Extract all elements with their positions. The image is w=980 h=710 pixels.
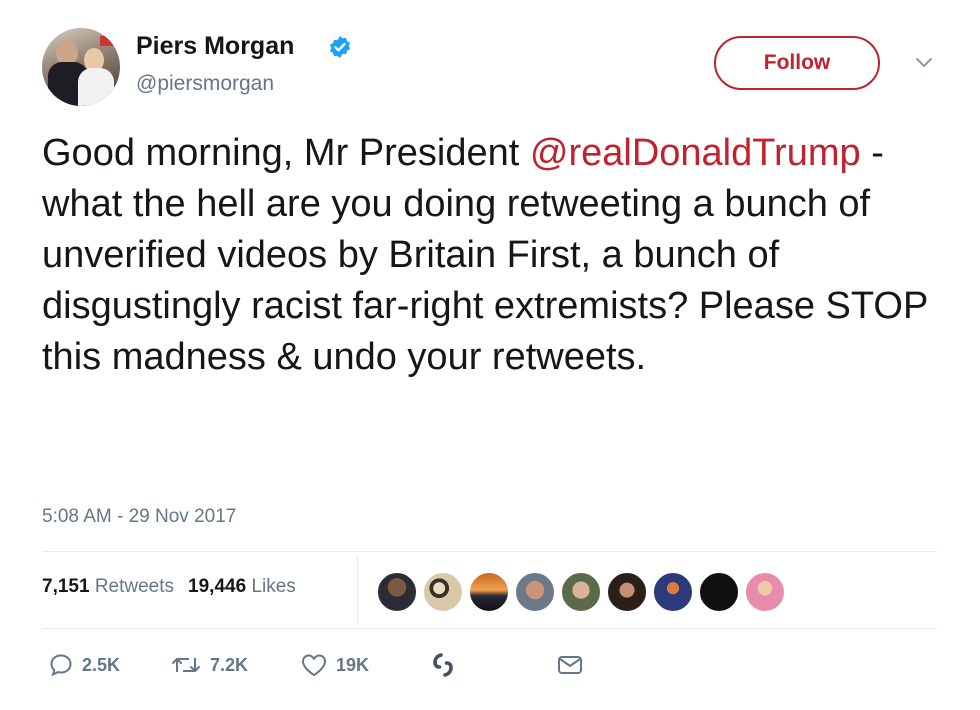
- engagement-stats: 7,151 Retweets 19,446 Likes: [42, 576, 296, 598]
- liker-avatar[interactable]: [376, 571, 418, 613]
- retweet-icon: [172, 658, 200, 672]
- reply-icon: [50, 654, 72, 677]
- divider-top: [42, 551, 937, 552]
- like-count: 19K: [336, 654, 370, 675]
- like-button[interactable]: 19K: [300, 648, 369, 682]
- retweet-count: 7.2K: [210, 654, 249, 675]
- stats-separator: [357, 556, 358, 626]
- retweets-count: 7,151: [42, 576, 90, 597]
- moments-button[interactable]: [428, 648, 458, 682]
- tweet-actions: 2.5K 7.2K 19K: [42, 648, 642, 682]
- author-avatar[interactable]: [42, 28, 120, 106]
- author-handle[interactable]: @piersmorgan: [136, 72, 274, 96]
- author-display-name[interactable]: Piers Morgan: [136, 32, 294, 61]
- moments-icon: [433, 653, 453, 677]
- liker-avatar[interactable]: [422, 571, 464, 613]
- divider-bottom: [42, 628, 937, 629]
- like-icon: [302, 654, 326, 676]
- follow-button[interactable]: Follow: [714, 36, 880, 90]
- retweets-label: Retweets: [94, 576, 175, 597]
- liker-avatar[interactable]: [560, 571, 602, 613]
- tweet-timestamp[interactable]: 5:08 AM - 29 Nov 2017: [42, 506, 236, 528]
- tweet-text: Good morning, Mr President @realDonaldTr…: [42, 128, 942, 383]
- likes-label: Likes: [251, 576, 296, 597]
- direct-message-button[interactable]: [556, 648, 584, 682]
- liker-avatar[interactable]: [698, 571, 740, 613]
- liker-avatar[interactable]: [606, 571, 648, 613]
- liker-avatar[interactable]: [744, 571, 786, 613]
- verified-badge-icon: [330, 36, 350, 58]
- reply-count: 2.5K: [82, 654, 121, 675]
- tweet-text-part1: Good morning, Mr President: [42, 132, 530, 174]
- likes-stat[interactable]: 19,446 Likes: [188, 576, 296, 597]
- likes-count: 19,446: [188, 576, 247, 597]
- liker-avatar[interactable]: [468, 571, 510, 613]
- mention-link[interactable]: @realDonaldTrump: [530, 132, 861, 174]
- chevron-down-icon[interactable]: [914, 56, 934, 70]
- direct-message-icon: [558, 656, 582, 674]
- liker-avatar[interactable]: [514, 571, 556, 613]
- retweet-stat[interactable]: 7,151 Retweets: [42, 576, 174, 597]
- retweet-button[interactable]: 7.2K: [170, 648, 248, 682]
- liker-avatar[interactable]: [652, 571, 694, 613]
- reply-button[interactable]: 2.5K: [48, 648, 120, 682]
